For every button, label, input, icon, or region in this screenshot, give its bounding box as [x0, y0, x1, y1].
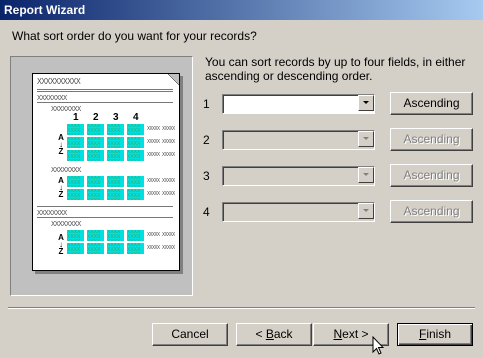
sorted-field-cell: XXXX XXXX XXXX — [67, 243, 84, 254]
sorted-field-cell: XXXX XXXX XXXX — [127, 189, 144, 200]
divider — [37, 217, 173, 218]
sorted-field-cell: XXXX XXXX XXXX — [107, 124, 124, 135]
wizard-prompt: What sort order do you want for your rec… — [12, 29, 257, 43]
sort-preview-panel: XXXXXXXXXX XXXXXXXX XXXXXXXX 1 2 3 4 A ↓ Z… — [10, 56, 193, 296]
sort-field-2-label: 2 — [203, 133, 210, 147]
group-header-placeholder: XXXXXXXX — [51, 166, 81, 174]
sorted-field-cell: XXXX XXXX XXXX — [127, 150, 144, 161]
sorted-field-cell: XXXX XXXX XXXX — [127, 137, 144, 148]
sort-field-3-label: 3 — [203, 169, 210, 183]
sort-column-number: 4 — [133, 112, 139, 123]
extra-field-placeholder: XXXXX XXXXX — [147, 152, 175, 158]
sort-az-icon: A ↓ Z — [58, 133, 64, 156]
sorted-field-cell: XXXX XXXX XXXX — [67, 230, 84, 241]
sorted-field-cell: XXXX XXXX XXXX — [87, 176, 104, 187]
back-button[interactable]: < Back — [236, 323, 312, 346]
sort-az-icon: A ↓ Z — [58, 176, 64, 199]
sort-field-3-order-button[interactable]: Ascending — [390, 164, 473, 187]
sorted-field-cell: XXXX XXXX XXXX — [87, 124, 104, 135]
chevron-down-icon[interactable] — [358, 95, 374, 111]
sort-field-1-combobox[interactable] — [222, 94, 375, 114]
sort-field-1-label: 1 — [203, 97, 210, 111]
sorted-field-cell: XXXX XXXX XXXX — [87, 189, 104, 200]
divider — [37, 91, 173, 92]
group-header-placeholder: XXXXXXXX — [37, 209, 67, 217]
title-bar[interactable]: Report Wizard — [0, 0, 483, 20]
sorted-field-cell: XXXX XXXX XXXX — [87, 243, 104, 254]
report-title-placeholder: XXXXXXXXXX — [37, 77, 81, 86]
extra-field-placeholder: XXXXX XXXXX — [147, 245, 175, 251]
sort-field-4-combobox[interactable] — [222, 202, 375, 222]
sorted-field-cell: XXXX XXXX XXXX — [107, 176, 124, 187]
extra-field-placeholder: XXXXX XXXXX — [147, 178, 175, 184]
extra-field-placeholder: XXXXX XXXXX — [147, 232, 175, 238]
chevron-down-icon[interactable] — [358, 203, 374, 219]
window-title: Report Wizard — [4, 3, 86, 17]
finish-button[interactable]: Finish — [397, 323, 473, 346]
sorted-field-cell: XXXX XXXX XXXX — [127, 124, 144, 135]
sorted-field-cell: XXXX XXXX XXXX — [67, 137, 84, 148]
sorted-field-cell: XXXX XXXX XXXX — [67, 189, 84, 200]
cancel-button[interactable]: Cancel — [152, 323, 228, 346]
chevron-down-icon[interactable] — [358, 131, 374, 147]
divider — [37, 89, 173, 90]
extra-field-placeholder: XXXXX XXXXX — [147, 126, 175, 132]
sorted-field-cell: XXXX XXXX XXXX — [127, 243, 144, 254]
sorted-field-cell: XXXX XXXX XXXX — [87, 137, 104, 148]
sort-field-2-combobox[interactable] — [222, 130, 375, 150]
sort-field-1-order-button[interactable]: Ascending — [390, 92, 473, 115]
sort-column-number: 3 — [113, 112, 119, 123]
sorted-field-cell: XXXX XXXX XXXX — [87, 230, 104, 241]
sort-az-icon: A ↓ Z — [58, 233, 64, 256]
sorted-field-cell: XXXX XXXX XXXX — [127, 230, 144, 241]
divider — [37, 102, 173, 103]
group-header-placeholder: XXXXXXXX — [51, 220, 81, 228]
sort-field-4-order-button[interactable]: Ascending — [390, 200, 473, 223]
sorted-field-cell: XXXX XXXX XXXX — [107, 230, 124, 241]
divider — [37, 206, 173, 207]
sorted-field-cell: XXXX XXXX XXXX — [67, 176, 84, 187]
sorted-field-cell: XXXX XXXX XXXX — [107, 189, 124, 200]
report-preview-page: XXXXXXXXXX XXXXXXXX XXXXXXXX 1 2 3 4 A ↓ Z… — [32, 73, 180, 271]
sort-column-number: 1 — [73, 112, 79, 123]
footer-divider — [8, 307, 475, 309]
sorted-field-cell: XXXX XXXX XXXX — [107, 137, 124, 148]
sorted-field-cell: XXXX XXXX XXXX — [67, 124, 84, 135]
sorted-field-cell: XXXX XXXX XXXX — [87, 150, 104, 161]
sort-field-4-label: 4 — [203, 205, 210, 219]
sorted-field-cell: XXXX XXXX XXXX — [107, 243, 124, 254]
sort-field-2-order-button[interactable]: Ascending — [390, 128, 473, 151]
mouse-pointer-icon — [372, 336, 384, 355]
chevron-down-icon[interactable] — [358, 167, 374, 183]
extra-field-placeholder: XXXXX XXXXX — [147, 191, 175, 197]
group-header-placeholder: XXXXXXXX — [37, 94, 67, 102]
sort-field-3-combobox[interactable] — [222, 166, 375, 186]
page-fold-icon — [168, 74, 179, 85]
sorted-field-cell: XXXX XXXX XXXX — [127, 176, 144, 187]
sorted-field-cell: XXXX XXXX XXXX — [67, 150, 84, 161]
sorted-field-cell: XXXX XXXX XXXX — [107, 150, 124, 161]
sort-instructions: You can sort records by up to four field… — [205, 55, 466, 83]
extra-field-placeholder: XXXXX XXXXX — [147, 139, 175, 145]
sort-column-number: 2 — [93, 112, 99, 123]
